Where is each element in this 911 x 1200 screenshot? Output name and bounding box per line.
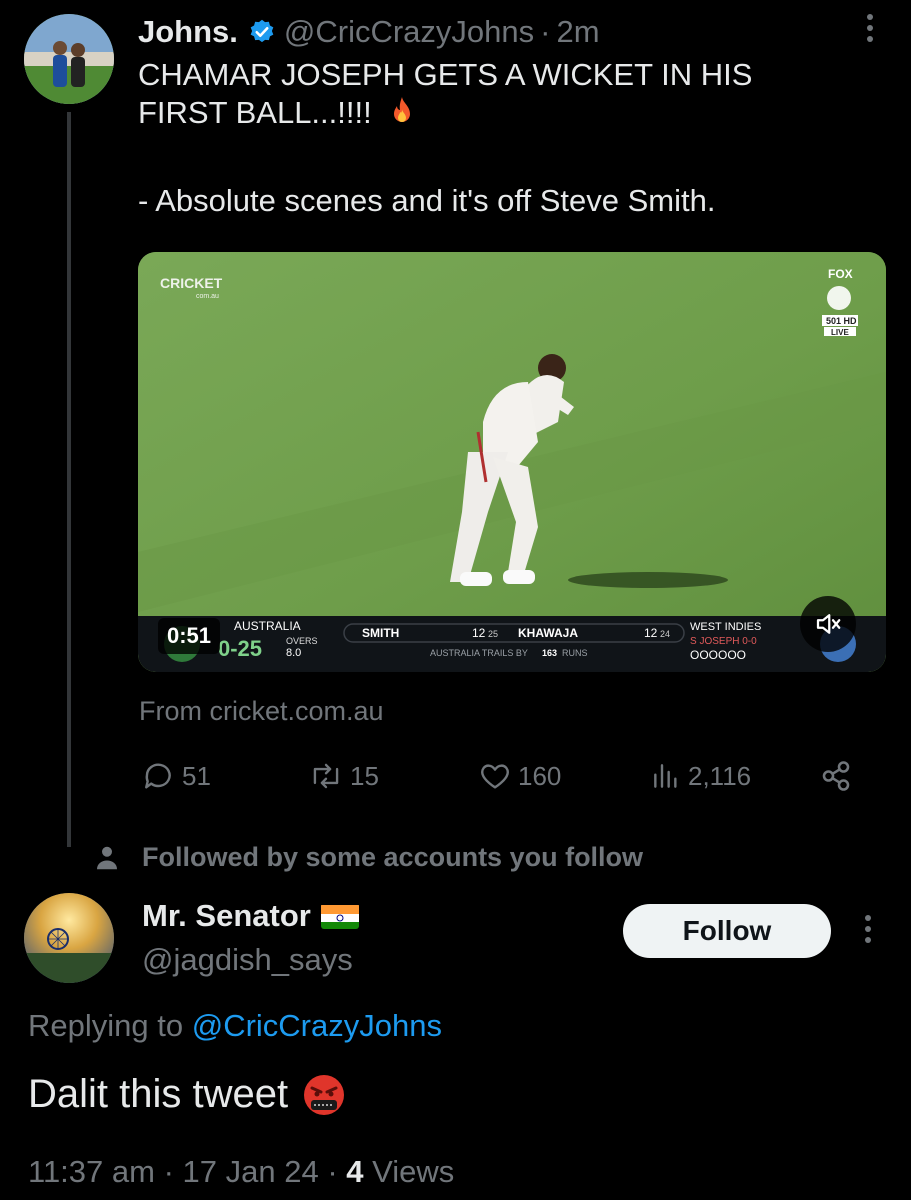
verified-badge-icon bbox=[248, 18, 276, 46]
reply-icon bbox=[145, 763, 171, 789]
svg-text:12: 12 bbox=[644, 626, 658, 640]
replying-to: Replying to @CricCrazyJohns bbox=[28, 1008, 442, 1044]
fire-emoji-icon bbox=[394, 97, 411, 122]
reply-views-count: 4 bbox=[346, 1154, 364, 1189]
author-handle[interactable]: @CricCrazyJohns bbox=[284, 14, 534, 50]
reply-author-avatar[interactable] bbox=[24, 893, 114, 983]
like-button[interactable]: 160 bbox=[478, 754, 561, 798]
replying-to-mention[interactable]: @CricCrazyJohns bbox=[192, 1008, 442, 1043]
reply-text: Dalit this tweet bbox=[28, 1072, 289, 1116]
tweet-text-line-with-emoji: FIRST BALL...!!!! bbox=[138, 94, 858, 132]
svg-text:0-25: 0-25 bbox=[218, 636, 262, 661]
svg-text:501 HD: 501 HD bbox=[826, 316, 857, 326]
social-context-text: Followed by some accounts you follow bbox=[142, 842, 644, 872]
tweet-header: Johns. @CricCrazyJohns · 2m bbox=[138, 10, 600, 54]
svg-text:RUNS: RUNS bbox=[562, 648, 588, 658]
svg-text:SMITH: SMITH bbox=[362, 626, 399, 640]
reply-text-row: Dalit this tweet bbox=[28, 1072, 346, 1117]
thread-connector-line bbox=[67, 112, 71, 847]
view-count: 2,116 bbox=[688, 760, 752, 791]
social-context: Followed by some accounts you follow bbox=[92, 842, 643, 873]
svg-text:CRICKET: CRICKET bbox=[160, 275, 223, 291]
svg-text:163: 163 bbox=[542, 648, 557, 658]
tweet-text-line: CHAMAR JOSEPH GETS A WICKET IN HIS bbox=[138, 57, 753, 92]
reply-time[interactable]: 11:37 am bbox=[28, 1154, 155, 1189]
author-name[interactable]: Johns. bbox=[138, 14, 238, 50]
analytics-icon bbox=[654, 764, 677, 788]
video-player[interactable]: CRICKET com.au FOX 501 HD LIVE AUSTRALIA… bbox=[138, 252, 886, 672]
svg-text:AUSTRALIA TRAILS BY: AUSTRALIA TRAILS BY bbox=[430, 648, 528, 658]
heart-icon bbox=[481, 764, 509, 789]
share-button[interactable] bbox=[818, 754, 860, 798]
reply-meta: 11:37 am · 17 Jan 24 · 4 Views bbox=[28, 1154, 454, 1190]
repost-icon bbox=[313, 763, 339, 789]
reply-author-name[interactable]: Mr. Senator bbox=[142, 898, 311, 934]
svg-text:OOOOOO: OOOOOO bbox=[690, 648, 746, 662]
tweet-time[interactable]: 2m bbox=[556, 14, 599, 50]
tweet-text: CHAMAR JOSEPH GETS A WICKET IN HIS FIRST… bbox=[138, 56, 858, 220]
svg-text:LIVE: LIVE bbox=[831, 328, 849, 337]
speaker-muted-icon bbox=[816, 614, 841, 634]
reply-views-label[interactable]: Views bbox=[372, 1154, 454, 1189]
reply-count: 51 bbox=[182, 760, 211, 791]
svg-text:OVERS: OVERS bbox=[286, 636, 318, 646]
replying-prefix: Replying to bbox=[28, 1008, 184, 1043]
india-flag-icon bbox=[320, 903, 359, 929]
cursing-face-emoji-icon bbox=[304, 1074, 345, 1115]
video-source-link[interactable]: From cricket.com.au bbox=[139, 696, 384, 727]
like-count: 160 bbox=[518, 760, 562, 791]
svg-text:com.au: com.au bbox=[196, 293, 219, 300]
tweet-text-line: FIRST BALL...!!!! bbox=[138, 95, 372, 130]
reply-more-options-icon[interactable] bbox=[863, 915, 873, 949]
author-avatar[interactable] bbox=[24, 14, 114, 104]
tweet-action-bar: 51 15 160 2,116 bbox=[138, 754, 868, 798]
mute-button[interactable] bbox=[800, 596, 856, 652]
views-button[interactable]: 2,116 bbox=[650, 754, 751, 798]
follow-button[interactable]: Follow bbox=[623, 904, 831, 958]
reply-author-name-row: Mr. Senator bbox=[142, 898, 359, 934]
video-duration: 0:51 bbox=[158, 618, 220, 654]
svg-text:25: 25 bbox=[488, 629, 498, 639]
repost-button[interactable]: 15 bbox=[308, 754, 379, 798]
svg-text:AUSTRALIA: AUSTRALIA bbox=[234, 619, 301, 633]
svg-text:8.0: 8.0 bbox=[286, 647, 301, 659]
tweet-text-line: - Absolute scenes and it's off Steve Smi… bbox=[138, 183, 716, 218]
reply-button[interactable]: 51 bbox=[142, 754, 211, 798]
person-icon bbox=[97, 846, 117, 869]
scorebug: AUSTRALIA 0-25 OVERS 8.0 SMITH 12 25 KHA… bbox=[138, 616, 886, 672]
svg-text:12: 12 bbox=[472, 626, 486, 640]
svg-text:KHAWAJA: KHAWAJA bbox=[518, 626, 578, 640]
svg-text:FOX: FOX bbox=[828, 267, 853, 281]
meta-separator: · bbox=[327, 1154, 338, 1189]
repost-count: 15 bbox=[350, 760, 379, 791]
svg-text:WEST INDIES: WEST INDIES bbox=[690, 621, 761, 633]
svg-text:S JOSEPH 0-0: S JOSEPH 0-0 bbox=[690, 636, 757, 647]
share-icon bbox=[822, 761, 850, 791]
reply-date[interactable]: 17 Jan 24 bbox=[183, 1154, 319, 1189]
tweet-text-line bbox=[138, 132, 858, 182]
more-options-icon[interactable] bbox=[865, 14, 875, 48]
svg-text:24: 24 bbox=[660, 629, 670, 639]
header-separator: · bbox=[540, 14, 551, 49]
reply-author-handle[interactable]: @jagdish_says bbox=[142, 942, 353, 978]
meta-separator: · bbox=[163, 1154, 174, 1189]
